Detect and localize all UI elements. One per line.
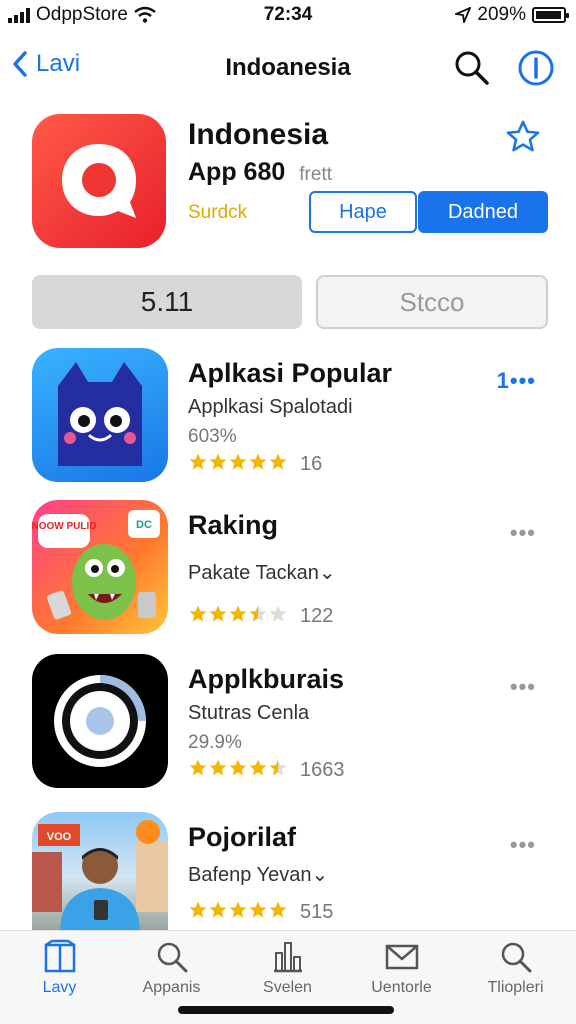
badge-text-left: NOOW PULID [32, 521, 97, 532]
rating-count: 122 [300, 605, 334, 627]
tab-lavy[interactable]: Lavy [2, 939, 117, 1009]
tab-tliopleri[interactable]: Tliopleri [458, 939, 573, 1009]
app-title: Raking [188, 510, 279, 540]
star-icon [269, 901, 287, 918]
star-rating [188, 452, 288, 477]
star-icon [189, 901, 207, 918]
app-meta: 29.9% [188, 732, 242, 753]
tab-label: Tliopleri [487, 979, 544, 996]
hero-subtitle: App 680 frett [188, 158, 332, 187]
hero-tag: Surdck [188, 202, 248, 223]
search-icon [501, 942, 531, 973]
app-subtitle: Pakate Tackan⌄ [188, 562, 336, 584]
app-subtitle: Applkasi Spalotadi [188, 396, 353, 418]
search-icon [455, 51, 489, 85]
app-title: Pojorilaf [188, 822, 297, 852]
status-right: 209% [455, 4, 569, 26]
rating: 122 [188, 604, 333, 629]
rating: 1663 [188, 758, 345, 783]
star-icon [249, 901, 267, 918]
star-icon [209, 759, 227, 776]
star-rating [188, 758, 288, 783]
rating-count: 1663 [300, 759, 345, 781]
status-bar: OdppStore 72:34 209% [0, 0, 576, 30]
app-subtitle: Bafenp Yevan⌄ [188, 864, 329, 886]
star-icon [249, 759, 267, 776]
nav-bar: Lavi Indoanesia [0, 36, 576, 96]
info-button[interactable] [516, 48, 556, 88]
tab-label: Svelen [263, 979, 312, 996]
hero-subtitle-text: App 680 [188, 158, 286, 186]
rating-count: 515 [300, 901, 334, 923]
tab-label: Lavy [42, 979, 77, 996]
segment-left[interactable]: 5.11 [32, 275, 302, 329]
rating: 515 [188, 900, 333, 925]
favorite-button[interactable] [504, 118, 542, 156]
chart-icon [273, 942, 302, 973]
star-rating [188, 900, 288, 925]
more-button[interactable]: ••• [510, 674, 536, 700]
star-outline-icon [506, 120, 540, 152]
hape-button[interactable]: Hape [309, 191, 417, 233]
app-subtitle: Stutras Cenla [188, 702, 310, 724]
star-icon [229, 759, 247, 776]
more-button[interactable]: 1••• [497, 368, 536, 394]
star-icon [189, 453, 207, 470]
rating: 16 [188, 452, 322, 477]
star-icon [189, 759, 207, 776]
mail-icon [385, 944, 418, 970]
tab-svelen[interactable]: Svelen [230, 939, 345, 1009]
chat-bubble-icon [62, 144, 136, 218]
star-icon [269, 759, 287, 776]
search-icon [157, 942, 187, 973]
info-icon [518, 50, 554, 86]
hero-subtitle-note: frett [299, 164, 332, 185]
app-title: Aplkasi Popular [188, 358, 393, 388]
lens-app-icon [32, 654, 168, 788]
star-icon [249, 605, 267, 622]
more-button[interactable]: ••• [510, 832, 536, 858]
tab-appanis[interactable]: Appanis [114, 939, 229, 1009]
star-icon [249, 453, 267, 470]
tab-label: Uentorle [371, 979, 432, 996]
list-item[interactable]: Applkburais Stutras Cenla 29.9% 1663 ••• [0, 654, 576, 794]
segment-right[interactable]: Stcco [316, 275, 548, 329]
star-icon [229, 901, 247, 918]
star-icon [209, 453, 227, 470]
badge-text-photo: VOO [47, 831, 72, 843]
star-icon [209, 901, 227, 918]
list-item[interactable]: NOOW PULID DC Raking Pakate Tackan⌄ 122 … [0, 500, 576, 640]
list-item[interactable]: Aplkasi Popular Applkasi Spalotadi 603% … [0, 348, 576, 488]
more-button[interactable]: ••• [510, 520, 536, 546]
hero-app-icon[interactable] [32, 114, 166, 248]
book-icon [44, 939, 75, 973]
star-icon [229, 605, 247, 622]
star-icon [189, 605, 207, 622]
tab-label: Appanis [142, 979, 201, 996]
star-rating [188, 604, 288, 629]
photo-app-icon: VOO [32, 812, 168, 930]
hero-title: Indonesia [188, 118, 329, 151]
app-title: Applkburais [188, 664, 345, 694]
dadned-button[interactable]: Dadned [418, 191, 548, 233]
battery-percent: 209% [477, 4, 526, 25]
cat-app-icon [32, 348, 168, 482]
star-icon [269, 453, 287, 470]
search-button[interactable] [452, 48, 492, 88]
badge-text-right: DC [136, 519, 152, 531]
star-icon [209, 605, 227, 622]
location-icon [455, 7, 472, 23]
tab-uentorle[interactable]: Uentorle [344, 939, 459, 1009]
rating-count: 16 [300, 453, 323, 475]
home-indicator[interactable] [178, 1006, 394, 1014]
battery-icon [532, 7, 569, 23]
star-icon [269, 605, 287, 622]
app-meta: 603% [188, 426, 237, 447]
star-icon [229, 453, 247, 470]
monster-app-icon: NOOW PULID DC [32, 500, 168, 634]
